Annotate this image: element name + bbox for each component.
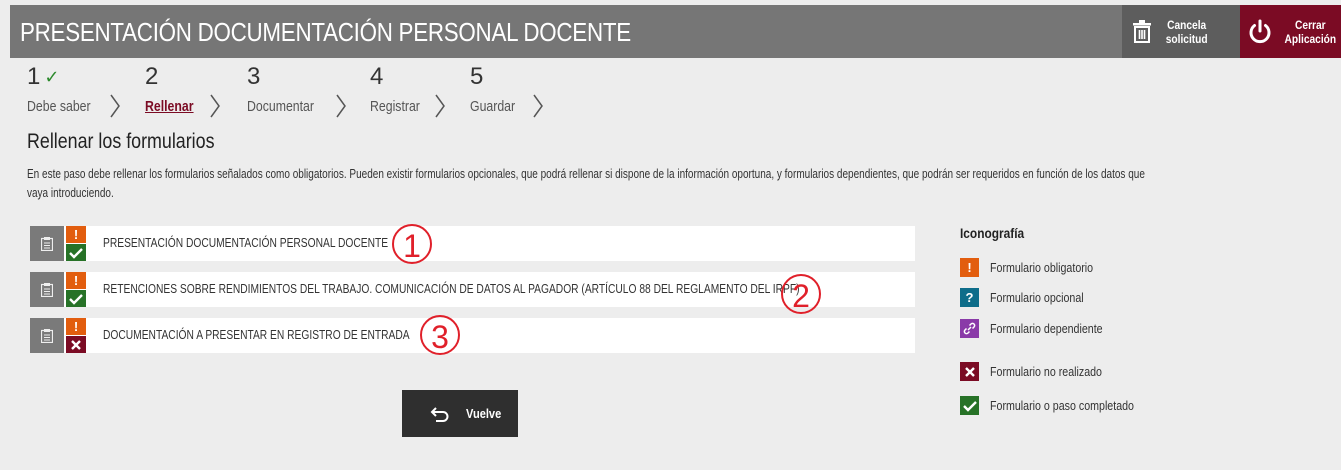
check-icon	[66, 244, 86, 261]
undo-arrow-icon	[430, 406, 450, 422]
required-icon: !	[66, 272, 86, 289]
step-documentar[interactable]: 3 Documentar	[247, 63, 346, 118]
legend-item-no-realizado: Formulario no realizado	[960, 362, 1127, 381]
legend-label: Formulario opcional	[990, 290, 1084, 305]
cancel-label-line2: solicitud	[1165, 31, 1208, 46]
legend-label: Formulario dependiente	[990, 321, 1103, 336]
back-button[interactable]: Vuelve	[402, 390, 518, 437]
legend-label: Formulario no realizado	[990, 364, 1102, 379]
legend-item-opcional: ? Formulario opcional	[960, 288, 1104, 307]
app-header: PRESENTACIÓN DOCUMENTACIÓN PERSONAL DOCE…	[10, 5, 1341, 58]
close-app-label: Cerrar Aplicación	[1285, 18, 1337, 46]
form-row-documentacion-registro[interactable]: ! DOCUMENTACIÓN A PRESENTAR EN REGISTRO …	[30, 318, 915, 353]
x-icon	[66, 336, 86, 353]
callout-marker: 2	[781, 274, 821, 314]
page-title: PRESENTACIÓN DOCUMENTACIÓN PERSONAL DOCE…	[20, 17, 631, 47]
chevron-right-icon	[210, 94, 220, 118]
step-number-3: 3	[247, 63, 261, 90]
trash-icon	[1122, 19, 1162, 44]
close-app-button[interactable]: Cerrar Aplicación	[1240, 5, 1341, 58]
step-registrar[interactable]: 4 Registrar	[370, 63, 445, 118]
step-label-2[interactable]: Rellenar	[145, 98, 194, 115]
back-button-label: Vuelve	[466, 406, 502, 421]
form-label[interactable]: PRESENTACIÓN DOCUMENTACIÓN PERSONAL DOCE…	[103, 236, 388, 250]
clipboard-icon	[30, 226, 64, 261]
required-icon: !	[66, 318, 86, 335]
chevron-right-icon	[435, 94, 445, 118]
x-icon	[960, 362, 979, 381]
cancel-request-label: Cancela solicitud	[1166, 18, 1208, 46]
required-icon: !	[960, 258, 979, 277]
legend-item-completado: Formulario o paso completado	[960, 396, 1166, 415]
link-icon	[960, 319, 979, 338]
step-number-1: 1	[27, 63, 41, 90]
form-label[interactable]: RETENCIONES SOBRE RENDIMIENTOS DEL TRABA…	[103, 282, 800, 296]
step-number-4: 4	[370, 63, 384, 90]
legend-item-obligatorio: ! Formulario obligatorio	[960, 258, 1116, 277]
section-title: Rellenar los formularios	[27, 130, 215, 153]
cancel-request-button[interactable]: Cancela solicitud	[1122, 5, 1240, 58]
chevron-right-icon	[533, 94, 543, 118]
chevron-right-icon	[336, 94, 346, 118]
optional-icon: ?	[960, 288, 979, 307]
callout-marker: 3	[420, 315, 460, 355]
callout-marker: 1	[392, 224, 432, 264]
check-icon	[66, 290, 86, 307]
check-icon: ✓	[44, 66, 60, 87]
cancel-label-line1: Cancela	[1167, 17, 1207, 32]
check-icon	[960, 396, 979, 415]
step-number-2: 2	[145, 63, 159, 90]
clipboard-icon	[30, 318, 64, 353]
step-number: 1 ✓	[27, 63, 59, 91]
step-rellenar[interactable]: 2 Rellenar	[145, 63, 220, 118]
legend-item-dependiente: Formulario dependiente	[960, 319, 1127, 338]
step-number-5: 5	[470, 63, 484, 90]
clipboard-icon	[30, 272, 64, 307]
legend-title: Iconografía	[960, 225, 1025, 241]
step-guardar[interactable]: 5 Guardar	[470, 63, 543, 118]
intro-text: En este paso debe rellenar los formulari…	[27, 167, 1145, 200]
iconography-legend: Iconografía ! Formulario obligatorio ? F…	[960, 225, 1134, 415]
step-debe-saber[interactable]: 1 ✓ Debe saber	[27, 63, 120, 118]
power-icon	[1240, 18, 1280, 46]
legend-label: Formulario o paso completado	[990, 398, 1134, 413]
legend-label: Formulario obligatorio	[990, 260, 1094, 275]
step-label-4[interactable]: Registrar	[370, 98, 420, 115]
required-icon: !	[66, 226, 86, 243]
step-label-1[interactable]: Debe saber	[27, 98, 91, 115]
step-label-5[interactable]: Guardar	[470, 98, 515, 115]
close-label-line2: Aplicación	[1284, 31, 1337, 46]
form-row-presentacion[interactable]: ! PRESENTACIÓN DOCUMENTACIÓN PERSONAL DO…	[30, 226, 915, 261]
step-label-3[interactable]: Documentar	[247, 98, 314, 115]
close-label-line1: Cerrar	[1295, 17, 1326, 32]
form-label[interactable]: DOCUMENTACIÓN A PRESENTAR EN REGISTRO DE…	[103, 328, 410, 342]
chevron-right-icon	[110, 94, 120, 118]
